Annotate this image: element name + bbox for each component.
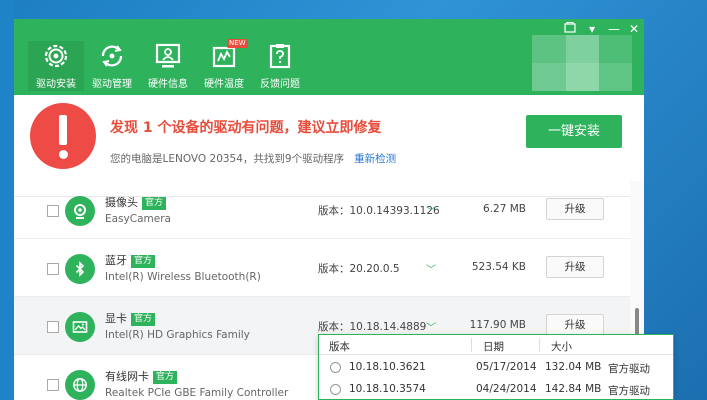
nav-driver-manage[interactable]: 驱动管理 [84, 41, 140, 91]
dropdown-header: 版本 日期 大小 [319, 335, 673, 355]
nav-label: 硬件温度 [204, 79, 244, 90]
header-version: 版本 [329, 341, 350, 353]
scan-summary: 您的电脑是LENOVO 20354，共找到9个驱动程序 [110, 153, 345, 165]
dropdown-option[interactable]: 10.18.10.3621 05/17/2014 132.04 MB 官方驱动 [319, 357, 673, 379]
nav-driver-install[interactable]: 驱动安装 [28, 41, 84, 91]
bluetooth-icon [65, 254, 95, 284]
nav-label: 驱动管理 [92, 79, 132, 90]
globe-icon [65, 370, 95, 400]
option-version: 10.18.10.3621 [349, 361, 426, 373]
minimize-button[interactable]: — [606, 22, 622, 36]
version-select[interactable]: 版本：20.20.0.5 [318, 261, 400, 276]
refresh-icon [101, 45, 123, 67]
new-badge: NEW [227, 39, 248, 48]
version-select[interactable]: 版本：10.18.14.4889 [318, 319, 426, 334]
nav-label: 驱动安装 [36, 79, 76, 90]
option-version: 10.18.10.3574 [349, 383, 426, 395]
row-checkbox[interactable] [47, 379, 59, 391]
dropdown-option[interactable]: 10.18.10.3574 04/24/2014 142.84 MB 官方驱动 [319, 379, 673, 400]
alert-title: 发现 1 个设备的驱动有问题，建议立即修复 [110, 120, 382, 136]
device-name: 蓝牙 官方 [105, 252, 156, 268]
official-tag: 官方 [131, 313, 156, 326]
version-dropdown: 版本 日期 大小 10.18.10.3621 05/17/2014 132.04… [318, 334, 674, 400]
device-model: Intel(R) Wireless Bluetooth(R) [105, 271, 261, 283]
main-nav: 驱动安装 驱动管理 硬件信息 NEW 硬件温度 反馈问题 [28, 39, 308, 91]
nav-label: 硬件信息 [148, 79, 188, 90]
option-size: 142.84 MB [545, 383, 602, 395]
chevron-down-icon[interactable]: ﹀ [426, 261, 436, 276]
driver-row-bluetooth: 蓝牙 官方 Intel(R) Wireless Bluetooth(R) 版本：2… [14, 239, 630, 297]
close-button[interactable]: ✕ [626, 22, 642, 36]
version-select[interactable]: 版本：10.0.14393.1126 [318, 203, 440, 218]
row-checkbox[interactable] [47, 263, 59, 275]
row-checkbox[interactable] [47, 321, 59, 333]
option-source: 官方驱动 [608, 363, 650, 375]
driver-row-camera: 摄像头 官方 EasyCamera 版本：10.0.14393.1126 ﹀ 6.… [14, 181, 630, 239]
menu-icon[interactable]: ▾ [584, 22, 600, 36]
one-click-install-button[interactable]: 一键安装 [526, 115, 622, 148]
device-model: Realtek PCIe GBE Family Controller [105, 387, 289, 399]
option-source: 官方驱动 [608, 385, 650, 397]
option-date: 04/24/2014 [476, 383, 537, 395]
official-tag: 官方 [131, 255, 156, 268]
feedback-icon [269, 44, 291, 69]
option-size: 132.04 MB [545, 361, 602, 373]
blurred-avatar-area [532, 35, 632, 91]
driver-size: 117.90 MB [469, 319, 526, 331]
nav-feedback[interactable]: 反馈问题 [252, 41, 308, 91]
nav-label: 反馈问题 [260, 79, 300, 90]
nav-hardware-info[interactable]: 硬件信息 [140, 41, 196, 91]
gear-icon [44, 44, 68, 68]
radio-button[interactable] [330, 362, 341, 373]
upgrade-button[interactable]: 升级 [546, 314, 604, 336]
device-model: EasyCamera [105, 213, 171, 225]
camera-icon [65, 196, 95, 226]
chevron-down-icon[interactable]: ﹀ [426, 319, 436, 334]
radio-button[interactable] [330, 384, 341, 395]
skin-icon[interactable] [562, 22, 578, 36]
chevron-down-icon[interactable]: ﹀ [426, 203, 436, 218]
option-date: 05/17/2014 [476, 361, 537, 373]
upgrade-button[interactable]: 升级 [546, 256, 604, 278]
device-name: 显卡 官方 [105, 310, 156, 326]
monitor-icon [155, 43, 181, 68]
title-bar: ▾ — ✕ 驱动安装 驱动管理 硬件信息 NEW 硬件温度 反馈问题 [14, 19, 644, 95]
header-date: 日期 [483, 341, 504, 353]
driver-size: 6.27 MB [483, 203, 526, 215]
alert-subtitle: 您的电脑是LENOVO 20354，共找到9个驱动程序 重新检测 [110, 151, 396, 166]
device-name: 有线网卡 官方 [105, 368, 178, 384]
driver-size: 523.54 KB [471, 261, 526, 273]
display-card-icon [65, 312, 95, 342]
rescan-link[interactable]: 重新检测 [354, 153, 396, 165]
desktop-background [0, 0, 14, 400]
device-model: Intel(R) HD Graphics Family [105, 329, 250, 341]
upgrade-button[interactable]: 升级 [546, 198, 604, 220]
device-name: 摄像头 官方 [105, 194, 167, 210]
header-size: 大小 [551, 341, 572, 353]
warning-icon [30, 103, 96, 169]
official-tag: 官方 [142, 197, 167, 210]
nav-hardware-temp[interactable]: NEW 硬件温度 [196, 39, 252, 91]
row-checkbox[interactable] [47, 205, 59, 217]
official-tag: 官方 [153, 371, 178, 384]
